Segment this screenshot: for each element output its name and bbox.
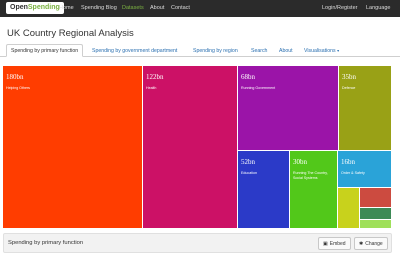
cell-label: Education: [241, 171, 257, 175]
gear-icon: ✱: [359, 241, 364, 247]
cell-label: Defence: [342, 86, 356, 90]
cell-amount: 180bn: [6, 73, 24, 81]
tab-about[interactable]: About: [279, 45, 293, 57]
change-button[interactable]: ✱ Change: [354, 237, 388, 250]
tab-visualisations[interactable]: Visualisations ▾: [304, 45, 339, 57]
treemap-cell-health[interactable]: 122bn Health: [143, 66, 238, 229]
cell-amount: 16bn: [341, 158, 355, 166]
nav-datasets[interactable]: Datasets: [122, 0, 144, 17]
treemap-cell-running-the-country[interactable]: 30bn Running The Country, Social Systems: [290, 151, 338, 229]
treemap-cell-unlabeled[interactable]: [360, 208, 392, 220]
nav-home[interactable]: Home: [59, 0, 74, 17]
nav-spending-blog[interactable]: Spending Blog: [81, 0, 117, 17]
top-navbar: OpenSpending Home Spending Blog Datasets…: [0, 0, 400, 17]
treemap-cell-helping-others[interactable]: 180bn Helping Others: [3, 66, 143, 229]
spending-treemap: 180bn Helping Others 122bn Health 68bn R…: [3, 66, 392, 229]
treemap-cell-order-safety[interactable]: 16bn Order & Safety: [338, 151, 392, 188]
cell-amount: 122bn: [146, 73, 164, 81]
chevron-down-icon: ▾: [337, 48, 340, 53]
treemap-cell-defence[interactable]: 35bn Defence: [339, 66, 392, 151]
tab-spending-by-government-department[interactable]: Spending by government department: [92, 45, 177, 57]
treemap-cell-running-government[interactable]: 68bn Running Government: [238, 66, 339, 151]
treemap-cell-education[interactable]: 52bn Education: [238, 151, 290, 229]
cell-label: Order & Safety: [341, 171, 365, 175]
footer-title: Spending by primary function: [8, 240, 84, 246]
cell-label: Health: [146, 86, 157, 90]
tab-spending-by-region[interactable]: Spending by region: [193, 45, 238, 57]
nav-language[interactable]: Language: [366, 0, 390, 17]
page-title: UK Country Regional Analysis: [7, 28, 134, 39]
treemap-cell-unlabeled[interactable]: [360, 188, 392, 208]
visualisation-footer: Spending by primary function ▣ Embed ✱ Cha…: [3, 233, 392, 253]
tab-search[interactable]: Search: [251, 45, 267, 57]
embed-icon: ▣: [323, 241, 328, 247]
treemap-cell-unlabeled[interactable]: [338, 188, 360, 229]
cell-label: Helping Others: [6, 86, 30, 90]
cell-amount: 52bn: [241, 158, 255, 166]
embed-button[interactable]: ▣ Embed: [318, 237, 351, 250]
cell-amount: 35bn: [342, 73, 356, 81]
treemap-cell-unlabeled[interactable]: [360, 220, 392, 229]
cell-amount: 68bn: [241, 73, 255, 81]
tab-spending-by-primary-function[interactable]: Spending by primary function: [6, 44, 84, 57]
tab-bar: Spending by primary function Spending by…: [0, 43, 400, 57]
cell-label: Running The Country, Social Systems: [293, 171, 328, 180]
cell-amount: 30bn: [293, 158, 307, 166]
nav-about[interactable]: About: [150, 0, 164, 17]
nav-login-register[interactable]: Login/Register: [322, 0, 357, 17]
cell-label: Running Government: [241, 86, 276, 90]
nav-contact[interactable]: Contact: [171, 0, 190, 17]
openspending-logo[interactable]: OpenSpending: [6, 2, 64, 14]
